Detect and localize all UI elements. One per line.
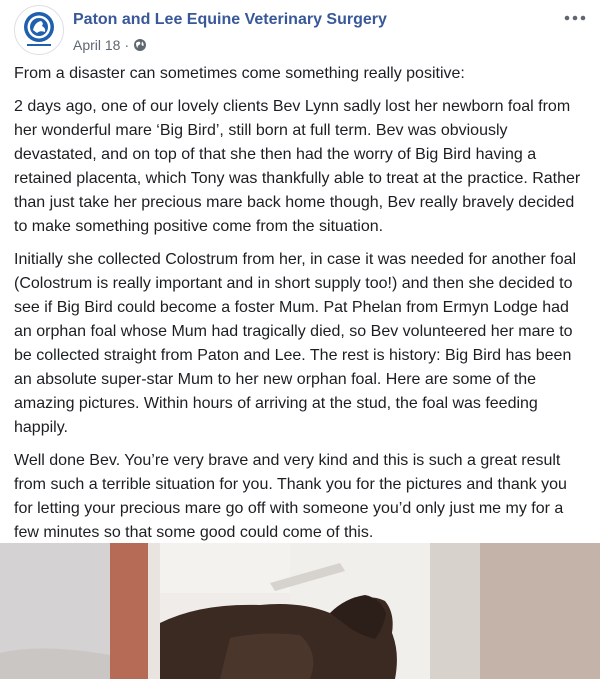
globe-icon <box>134 39 147 51</box>
more-options-icon[interactable] <box>562 9 588 27</box>
post-meta: April 18 · <box>73 37 147 53</box>
clinic-logo-icon <box>16 7 62 53</box>
post-body: From a disaster can sometimes come somet… <box>14 62 588 554</box>
post-paragraph: Well done Bev. You’re very brave and ver… <box>14 452 567 541</box>
post-paragraph: 2 days ago, one of our lovely clients Be… <box>14 98 581 235</box>
page-name-link[interactable]: Paton and Lee Equine Veterinary Surgery <box>73 11 387 29</box>
post-date[interactable]: April 18 <box>73 37 120 53</box>
post-header: Paton and Lee Equine Veterinary Surgery … <box>0 0 600 62</box>
post-photo[interactable] <box>0 543 600 679</box>
post-paragraph: From a disaster can sometimes come somet… <box>14 65 465 82</box>
meta-separator: · <box>124 37 130 53</box>
page-avatar[interactable] <box>14 5 64 55</box>
post-paragraph: Initially she collected Colostrum from h… <box>14 251 577 436</box>
horse-stable-photo <box>0 543 600 679</box>
